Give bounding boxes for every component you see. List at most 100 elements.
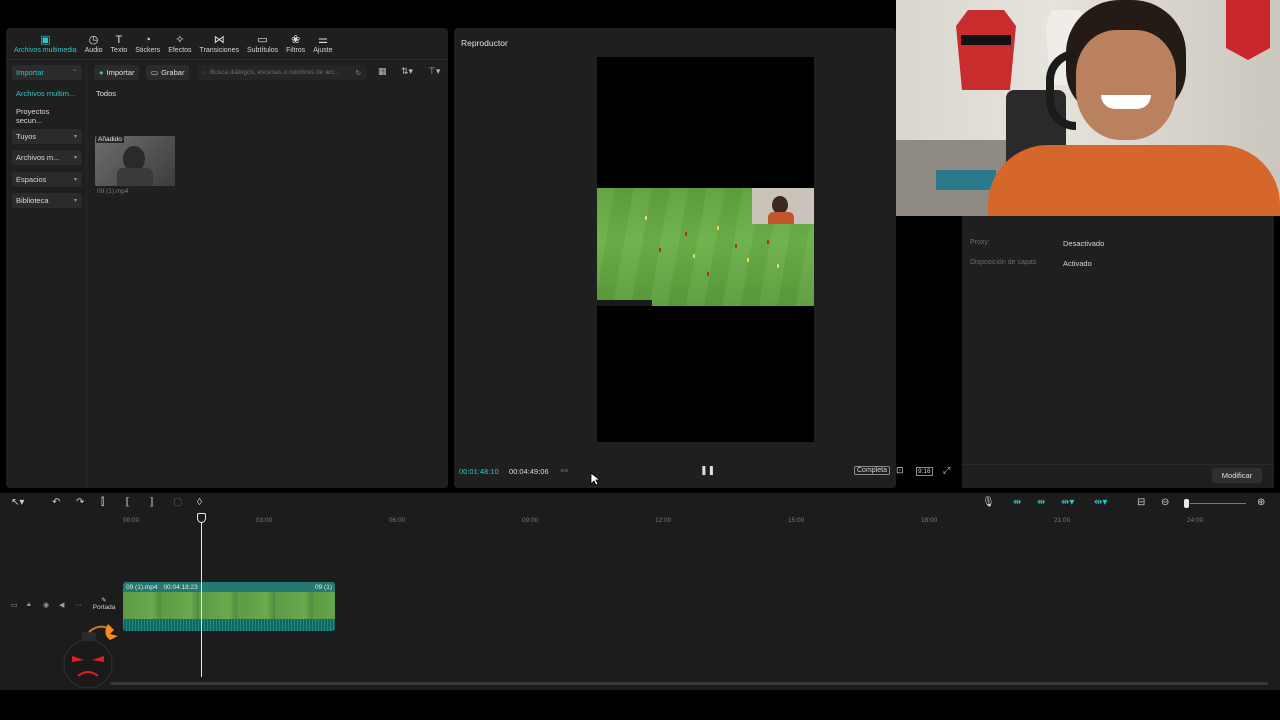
fullscreen-icon[interactable]: ⤢ [943,465,950,476]
trim-left-icon[interactable]: ⟦ [125,497,130,508]
tick-label: 12:00 [655,517,672,524]
track-toggle-icon[interactable]: ▭ [11,601,18,609]
microphone-icon[interactable]: 🎙︎ [982,497,995,508]
mouse-cursor-icon [590,472,600,486]
playhead-handle[interactable] [197,513,206,523]
grid-view-icon[interactable]: ▦ [378,66,387,77]
undo-icon[interactable]: ↶ [52,497,60,508]
tab-audio[interactable]: ◷ Audio [81,29,107,59]
tab-text[interactable]: T Texto [107,29,132,59]
pause-button[interactable]: ❚❚ [700,465,715,476]
added-badge: Añadido [96,136,124,143]
shirt [988,145,1280,216]
tab-stickers[interactable]: ◔ Stickers [131,29,164,59]
chevron-down-icon: ▾ [73,198,77,204]
zoom-in-icon[interactable]: ⊕ [1257,497,1265,508]
lock-icon[interactable]: 🔒︎ [27,601,31,609]
zoom-out-icon[interactable]: ⊖ [1161,497,1169,508]
modify-button[interactable]: Modificar [1212,468,1262,483]
sidebar-item-import[interactable]: Importar ⌃ [12,65,82,80]
tab-effects[interactable]: ✧ Efectos [164,29,195,59]
filter-all-label[interactable]: Todos [96,89,116,98]
player-marker [707,272,709,276]
tab-media[interactable]: ▣ Archivos multimedia [10,29,81,59]
delete-icon[interactable]: ▢ [173,497,182,508]
proxy-label: Proxy: [970,239,990,246]
timeline-scrollbar[interactable] [110,682,1268,685]
clip-tail-name: 09 (1) [315,583,332,591]
timeline-clip[interactable]: 09 (1).mp4 00:04:18:23 09 (1) [123,582,335,631]
timeline: ↖▾ ↶ ↷ ⫿ ⟦ ⟧ ▢ ◊ 🎙︎ ⇹ ⇹ ⇹▾ ⇹▾ ⊟ ⊖ ⊕ 00:0… [0,493,1280,690]
proxy-value[interactable]: Desactivado [1063,239,1104,248]
pencil-icon: ✎ [101,597,107,604]
zoom-slider-handle[interactable] [1184,499,1189,508]
redo-icon[interactable]: ↷ [76,497,84,508]
cover-button[interactable]: ✎ Portada [90,596,118,611]
aspect-ratio-button[interactable]: 9:16 [916,467,933,476]
import-button[interactable]: ● Importar [94,65,140,80]
sidebar-item-library[interactable]: Biblioteca ▾ [12,193,82,208]
banner [1226,0,1270,60]
snap-icon[interactable]: ⇹▾ [1061,497,1074,508]
media-icon: ▣ [40,33,51,46]
audio-icon: ◷ [88,33,99,46]
chevron-down-icon: ▾ [73,155,77,161]
player-marker [747,258,749,262]
record-button[interactable]: ▭ Grabar [146,65,190,80]
tick-label: 03:00 [256,517,273,524]
preview-axis-icon[interactable]: ⇹▾ [1094,497,1107,508]
link-icon[interactable]: ⇹ [1013,497,1021,508]
player-marker [767,240,769,244]
marker-icon[interactable]: ◊ [197,497,202,508]
player-marker [659,248,661,252]
speaker-icon[interactable]: ◀︎ [59,601,64,609]
tab-adjust[interactable]: ⚌ Ajuste [309,29,336,59]
clip-duration: 00:04:18:23 [163,583,198,591]
chevron-down-icon: ▾ [73,177,77,183]
split-icon[interactable]: ⫿ [101,497,104,508]
filter-funnel-icon[interactable]: ⊤▾ [428,66,440,77]
snapshot-icon[interactable]: ⊡ [896,465,904,476]
caption-icon[interactable]: ⊟ [1137,497,1145,508]
tab-subtitles[interactable]: ▭ Subtítulos [243,29,282,59]
trim-right-icon[interactable]: ⟧ [149,497,154,508]
sidebar-item-spaces[interactable]: Espacios ▾ [12,172,82,187]
player-title: Reproductor [461,38,508,48]
select-tool-icon[interactable]: ↖▾ [11,497,24,508]
eye-icon[interactable]: ◉ [43,601,49,609]
refresh-icon[interactable]: ↻ [356,69,361,77]
playhead[interactable] [201,513,202,677]
tick-label: 18:00 [921,517,938,524]
sticker-icon: ◔ [144,33,152,46]
player-panel: Reproductor 00:01:48:10 00:04:49:06 ≡≡ ❚… [454,28,950,488]
media-filename: 09 (1).mp4 [97,188,129,195]
quality-button[interactable]: Completa [854,466,890,475]
tab-filters[interactable]: ❀ Filtros [282,29,309,59]
timeline-ruler[interactable]: 00:00 03:00 06:00 09:00 12:00 15:00 18:0… [0,514,1280,526]
timeline-toolbar: ↖▾ ↶ ↷ ⫿ ⟦ ⟧ ▢ ◊ 🎙︎ ⇹ ⇹ ⇹▾ ⇹▾ ⊟ ⊖ ⊕ [0,493,1280,513]
clip-name: 09 (1).mp4 [126,583,158,591]
player-marker [717,226,719,230]
sidebar-item-secondary-projects[interactable]: Proyectos secun... [12,107,82,125]
sidebar-item-media-m[interactable]: Archivos m... ▾ [12,150,82,165]
video-preview[interactable] [597,57,814,442]
media-thumbnail[interactable]: Añadido [95,136,175,186]
video-frame [597,188,814,306]
sidebar-item-yours[interactable]: Tuyos ▾ [12,129,82,144]
chevron-up-icon: ⌃ [71,70,77,76]
more-icon[interactable]: ⋯ [75,601,82,609]
tick-label: 21:00 [1054,517,1071,524]
scoreboard [597,300,652,306]
clip-header: 09 (1).mp4 00:04:18:23 09 (1) [123,582,335,592]
webcam-feed [896,0,1280,216]
tab-transitions[interactable]: ⋈ Transiciones [196,29,243,59]
zoom-slider[interactable] [1190,503,1246,504]
waveform-icon: ≡≡ [560,468,569,475]
face [1076,30,1176,140]
sort-icon[interactable]: ⇅▾ [401,66,413,77]
magnet-icon[interactable]: ⇹ [1037,497,1045,508]
sidebar-item-media-files[interactable]: Archivos multim... [12,86,82,101]
layers-value[interactable]: Activado [1063,259,1092,268]
search-input[interactable]: ○ Busca diálogos, escenas o nombres de ar… [198,65,366,80]
properties-panel: Proxy: Desactivado Disposición de capas … [962,216,1274,488]
